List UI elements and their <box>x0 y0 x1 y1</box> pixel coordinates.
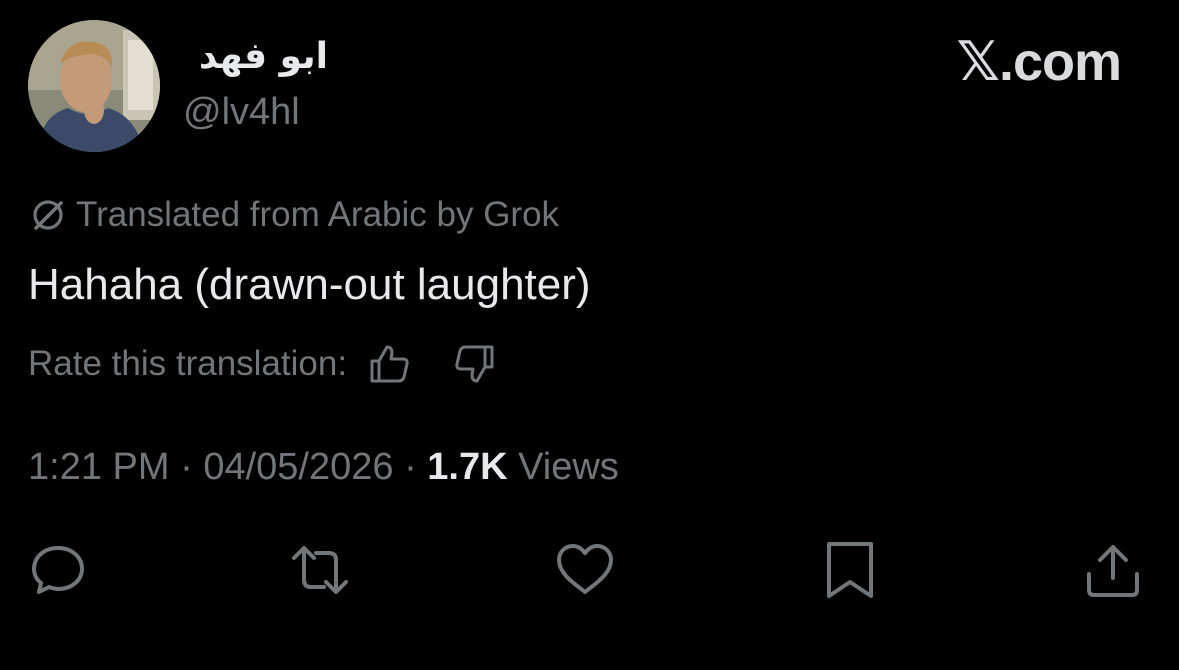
share-button[interactable] <box>1083 540 1143 600</box>
avatar-photo <box>28 20 160 152</box>
user-handle[interactable]: @lv4hl <box>183 91 300 134</box>
thumbs-down-button[interactable] <box>451 341 497 387</box>
views-count[interactable]: 1.7K <box>427 446 507 488</box>
reply-button[interactable] <box>28 540 88 600</box>
rate-translation-label: Rate this translation: <box>28 344 348 383</box>
translation-notice-text: Translated from Arabic by Grok <box>76 195 560 234</box>
tweet-time[interactable]: 1:21 PM <box>28 446 170 488</box>
tweet-meta: 1:21 PM · 04/05/2026 · 1.7K Views <box>28 446 619 489</box>
views-label: Views <box>518 446 619 488</box>
thumbs-down-icon <box>455 345 494 383</box>
like-button[interactable] <box>555 540 615 600</box>
thumbs-up-icon <box>370 345 409 383</box>
repost-button[interactable] <box>290 540 350 600</box>
x-com-watermark: 𝕏.com <box>956 32 1122 92</box>
thumbs-up-button[interactable] <box>367 341 413 387</box>
rate-translation-row: Rate this translation: <box>28 341 497 387</box>
like-icon <box>557 544 613 594</box>
bookmark-icon <box>827 542 873 598</box>
repost-icon <box>292 546 348 594</box>
meta-separator: · <box>404 446 417 488</box>
tweet-text: Hahaha (drawn-out laughter) <box>28 260 591 309</box>
meta-separator: · <box>180 446 193 488</box>
bookmark-button[interactable] <box>820 540 880 600</box>
share-icon <box>1087 545 1139 597</box>
tweet-date[interactable]: 04/05/2026 <box>203 446 393 488</box>
display-name[interactable]: ابو فهد <box>183 36 328 77</box>
reply-icon <box>32 546 84 594</box>
grok-icon <box>33 200 63 230</box>
avatar[interactable] <box>28 20 160 152</box>
translation-notice: Translated from Arabic by Grok <box>28 195 559 235</box>
